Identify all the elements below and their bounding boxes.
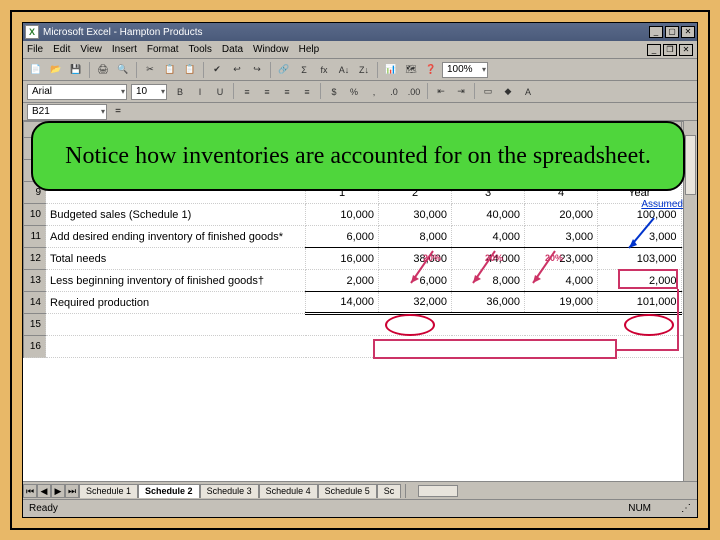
format-btn-11[interactable]: .00 — [405, 83, 423, 101]
circle-annotation-2-icon — [624, 314, 674, 336]
pct-arrow-1-icon — [403, 249, 463, 292]
tab-prev-button[interactable]: ◀ — [37, 484, 51, 498]
connector-line-2-icon — [617, 349, 679, 351]
format-btn-14[interactable]: ▭ — [479, 83, 497, 101]
box-annotation-production-icon — [373, 339, 617, 359]
sheet-tab-5[interactable]: Sc — [377, 484, 402, 498]
toolbar-btn-18[interactable]: ❓ — [422, 61, 440, 79]
toolbar-btn-11[interactable]: 🔗 — [275, 61, 293, 79]
titlebar: X Microsoft Excel - Hampton Products _ ▢… — [23, 23, 697, 41]
menu-view[interactable]: View — [80, 44, 102, 55]
doc-close-button[interactable]: ✕ — [679, 44, 693, 56]
format-btn-1[interactable]: I — [191, 83, 209, 101]
row-beginning-inventory: 13 Less beginning inventory of finished … — [24, 270, 697, 292]
format-btn-3[interactable]: ≡ — [238, 83, 256, 101]
format-btn-16[interactable]: A — [519, 83, 537, 101]
zoom-combo[interactable]: 100% — [442, 62, 488, 78]
close-button[interactable]: ✕ — [681, 26, 695, 38]
menu-insert[interactable]: Insert — [112, 44, 137, 55]
format-btn-6[interactable]: ≡ — [298, 83, 316, 101]
format-btn-9[interactable]: , — [365, 83, 383, 101]
toolbar-btn-2[interactable]: 💾 — [67, 61, 85, 79]
format-btn-2[interactable]: U — [211, 83, 229, 101]
font-name-combo[interactable]: Arial — [27, 84, 127, 100]
format-btn-0[interactable]: B — [171, 83, 189, 101]
status-left: Ready — [29, 503, 58, 514]
window-title: Microsoft Excel - Hampton Products — [43, 27, 203, 38]
toolbar-btn-17[interactable]: 🗺 — [402, 61, 420, 79]
menu-data[interactable]: Data — [222, 44, 243, 55]
sheet-tabs-bar: ⏮ ◀ ▶ ⏭ Schedule 1Schedule 2Schedule 3Sc… — [23, 481, 697, 499]
toolbar-btn-8[interactable]: ✔ — [208, 61, 226, 79]
sheet-tab-2[interactable]: Schedule 3 — [200, 484, 259, 498]
toolbar-btn-1[interactable]: 📂 — [47, 61, 65, 79]
menu-edit[interactable]: Edit — [53, 44, 70, 55]
format-btn-5[interactable]: ≡ — [278, 83, 296, 101]
row-budgeted-sales: 10 Budgeted sales (Schedule 1) 10,00030,… — [24, 204, 697, 226]
box-annotation-year-ending-icon — [618, 269, 678, 289]
horizontal-scrollbar[interactable] — [405, 484, 697, 498]
toolbar-btn-14[interactable]: A↓ — [335, 61, 353, 79]
toolbar-btn-3[interactable]: 🖨 — [94, 61, 112, 79]
connector-line-1-icon — [677, 289, 679, 349]
tab-last-button[interactable]: ⏭ — [65, 484, 79, 498]
format-btn-15[interactable]: ◆ — [499, 83, 517, 101]
toolbar-btn-7[interactable]: 📋 — [181, 61, 199, 79]
circle-annotation-1-icon — [385, 314, 435, 336]
doc-minimize-button[interactable]: _ — [647, 44, 661, 56]
minimize-button[interactable]: _ — [649, 26, 663, 38]
menubar: File Edit View Insert Format Tools Data Window H… — [23, 41, 697, 59]
row-total-needs: 12 Total needs 16,00038,00044,00023,0001… — [24, 248, 697, 270]
row-ending-inventory: 11 Add desired ending inventory of finis… — [24, 226, 697, 248]
pct-arrow-2-icon — [465, 249, 525, 292]
toolbar-btn-5[interactable]: ✂ — [141, 61, 159, 79]
name-box[interactable]: B21 — [27, 104, 107, 120]
sheet-tab-3[interactable]: Schedule 4 — [259, 484, 318, 498]
menu-tools[interactable]: Tools — [189, 44, 212, 55]
sheet-tab-0[interactable]: Schedule 1 — [79, 484, 138, 498]
toolbar-btn-9[interactable]: ↩ — [228, 61, 246, 79]
format-btn-7[interactable]: $ — [325, 83, 343, 101]
standard-toolbar: 📄📂💾🖨🔍✂📋📋✔↩↪🔗ΣfxA↓Z↓📊🗺❓100% — [23, 59, 697, 81]
toolbar-btn-16[interactable]: 📊 — [382, 61, 400, 79]
toolbar-btn-6[interactable]: 📋 — [161, 61, 179, 79]
assumed-arrow-icon — [619, 213, 659, 253]
status-num: NUM — [628, 503, 651, 514]
assumed-label: Assumed — [641, 199, 683, 210]
vertical-scrollbar[interactable] — [683, 121, 697, 481]
resize-grip-icon[interactable]: ⋰ — [681, 503, 691, 514]
format-btn-4[interactable]: ≡ — [258, 83, 276, 101]
formatting-toolbar: Arial 10 BIU≡≡≡≡$%,.0.00⇤⇥▭◆A — [23, 81, 697, 103]
tab-first-button[interactable]: ⏮ — [23, 484, 37, 498]
sheet-tab-1[interactable]: Schedule 2 — [138, 484, 200, 498]
status-bar: Ready NUM ⋰ — [23, 499, 697, 517]
toolbar-btn-13[interactable]: fx — [315, 61, 333, 79]
menu-format[interactable]: Format — [147, 44, 179, 55]
format-btn-13[interactable]: ⇥ — [452, 83, 470, 101]
excel-window: X Microsoft Excel - Hampton Products _ ▢… — [22, 22, 698, 518]
callout-box: Notice how inventories are accounted for… — [31, 121, 685, 191]
sheet-tab-4[interactable]: Schedule 5 — [318, 484, 377, 498]
doc-restore-button[interactable]: ❐ — [663, 44, 677, 56]
font-size-combo[interactable]: 10 — [131, 84, 167, 100]
worksheet-grid[interactable]: Notice how inventories are accounted for… — [23, 121, 697, 481]
toolbar-btn-10[interactable]: ↪ — [248, 61, 266, 79]
tab-next-button[interactable]: ▶ — [51, 484, 65, 498]
excel-icon: X — [25, 25, 39, 39]
equals-label: = — [111, 106, 125, 117]
menu-file[interactable]: File — [27, 44, 43, 55]
format-btn-12[interactable]: ⇤ — [432, 83, 450, 101]
menu-help[interactable]: Help — [299, 44, 320, 55]
toolbar-btn-12[interactable]: Σ — [295, 61, 313, 79]
menu-window[interactable]: Window — [253, 44, 289, 55]
row-required-production: 14 Required production 14,00032,00036,00… — [24, 292, 697, 314]
format-btn-8[interactable]: % — [345, 83, 363, 101]
maximize-button[interactable]: ▢ — [665, 26, 679, 38]
toolbar-btn-4[interactable]: 🔍 — [114, 61, 132, 79]
toolbar-btn-15[interactable]: Z↓ — [355, 61, 373, 79]
pct-arrow-3-icon — [525, 249, 585, 292]
formula-bar: B21 = — [23, 103, 697, 121]
format-btn-10[interactable]: .0 — [385, 83, 403, 101]
toolbar-btn-0[interactable]: 📄 — [27, 61, 45, 79]
